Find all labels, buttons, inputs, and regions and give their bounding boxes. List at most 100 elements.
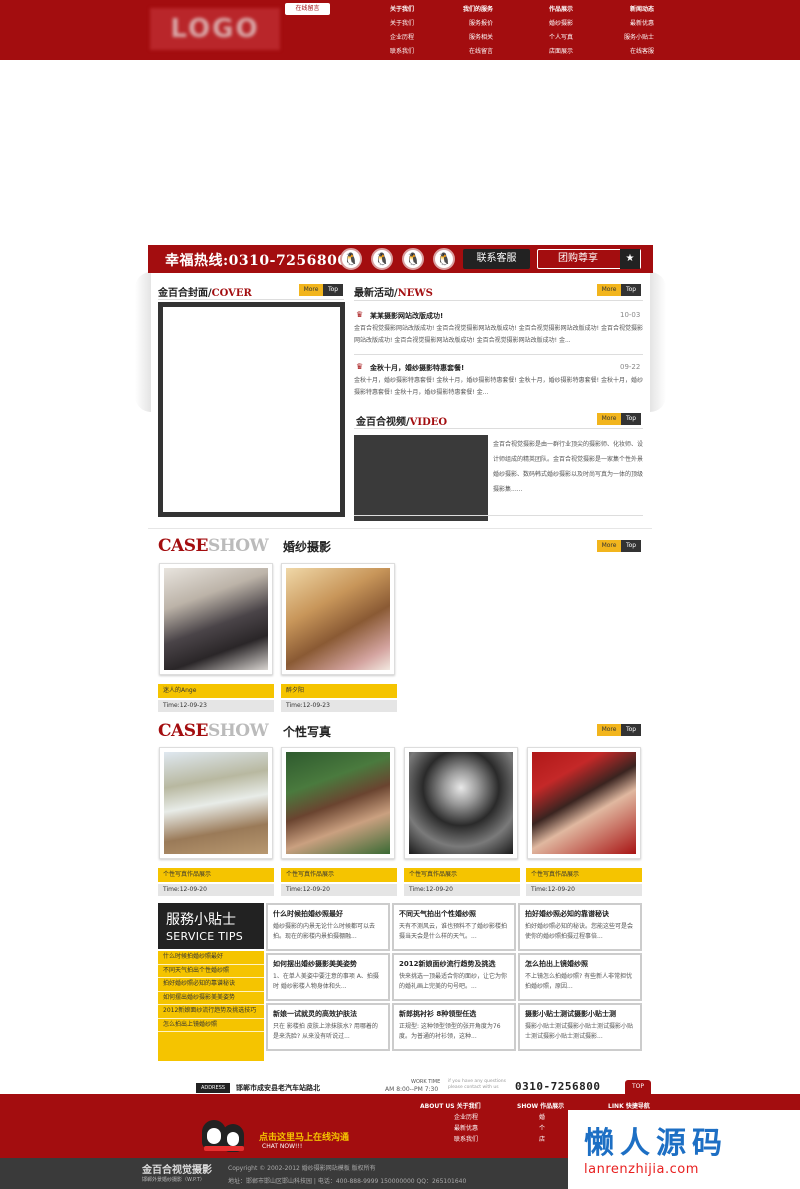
- watermark-url: lanrenzhijia.com: [584, 1162, 699, 1177]
- news-item-body: 金秋十月，婚纱摄影特惠套餐! 金秋十月，婚纱摄影特惠套餐! 金秋十月，婚纱摄影特…: [354, 377, 643, 396]
- video-player[interactable]: [354, 435, 488, 521]
- photo-caption[interactable]: 个性写真作品展示: [404, 868, 520, 882]
- watermark: 懒人源码 lanrenzhijia.com: [568, 1110, 800, 1189]
- address-text: 邯郸市成安县老汽车站路北: [236, 1084, 320, 1092]
- tips-list-item[interactable]: 拍好婚纱照必知的靠谱秘诀: [158, 978, 264, 992]
- wedding-photo: [164, 568, 268, 670]
- photo-caption[interactable]: 个性写真作品展示: [526, 868, 642, 882]
- online-message-tab[interactable]: 在线留言: [285, 3, 330, 15]
- nav-link[interactable]: 关于我们: [376, 17, 414, 31]
- contact-service-button[interactable]: 联系客服: [463, 249, 530, 269]
- nav-link[interactable]: 个人写真: [535, 31, 573, 45]
- news-item-title[interactable]: 金秋十月，婚纱摄影特惠套餐!: [370, 363, 464, 373]
- divider: [158, 299, 344, 300]
- tips-list-item[interactable]: 什么时候拍婚纱照最好: [158, 951, 264, 965]
- chat-now-link[interactable]: 点击这里马上在线沟通: [259, 1130, 349, 1143]
- photo-time: Time:12-09-20: [158, 884, 274, 896]
- wedding-photo-card[interactable]: [281, 563, 395, 675]
- photo-caption[interactable]: 迷人的Ange: [158, 684, 274, 698]
- nav-heading-news[interactable]: 新闻动态: [614, 3, 654, 17]
- case-show-logo: CASESHOW: [158, 721, 269, 741]
- tip-cell[interactable]: 不同天气拍出个性婚纱照 天有不测风云，谁也预料不了婚纱影楼拍摄当天会是什么样的天气…: [392, 903, 516, 951]
- cover-more-top: More Top: [299, 284, 343, 296]
- video-more-top: More Top: [597, 413, 641, 425]
- tip-cell[interactable]: 摄影小贴士测试摄影小贴士测 摄影小贴士测试摄影小贴士测试摄影小贴士测试摄影小贴士测…: [518, 1003, 642, 1051]
- chat-mascot-icon: [200, 1116, 250, 1156]
- service-tips-header: 服務小貼士 SERVICE TIPS: [158, 903, 264, 949]
- more-button[interactable]: More: [597, 413, 621, 425]
- more-button[interactable]: More: [597, 724, 621, 736]
- tip-cell[interactable]: 2012新娘面纱流行趋势及挑选 快来挑选一顶最适合你的面纱，让它为你的婚礼画上完美…: [392, 953, 516, 1001]
- nav-link[interactable]: 服务报价: [455, 17, 493, 31]
- tip-cell[interactable]: 什么时候拍婚纱照最好 婚纱摄影的内景无论什么时候都可以去拍。现在的影楼内景拍摄棚融…: [266, 903, 390, 951]
- nav-link[interactable]: 店面展示: [535, 45, 573, 59]
- site-logo[interactable]: LOGO: [150, 8, 280, 50]
- qq-penguin-icon[interactable]: 🐧: [371, 248, 393, 270]
- tips-list-item[interactable]: 2012新娘面纱流行趋势及挑选技巧: [158, 1005, 264, 1019]
- tip-cell[interactable]: 新郎挑衬衫 8种领型任选 正规型: 这种领型领型的张开角度为76度。为普通的衬衫领…: [392, 1003, 516, 1051]
- nav-heading-services[interactable]: 我们的服务: [455, 3, 493, 17]
- chat-now-en: CHAT NOW!!!: [262, 1143, 303, 1150]
- qq-penguin-icon[interactable]: 🐧: [402, 248, 424, 270]
- top-button[interactable]: Top: [621, 413, 641, 425]
- top-button[interactable]: Top: [323, 284, 343, 296]
- divider: [354, 515, 643, 516]
- nav-heading-works[interactable]: 作品展示: [535, 3, 573, 17]
- wedding-more-top: More Top: [597, 540, 641, 552]
- tips-list-item[interactable]: 不同天气拍出个性婚纱照: [158, 965, 264, 978]
- wedding-photo: [286, 568, 390, 670]
- nav-link[interactable]: 在线客服: [614, 45, 654, 59]
- top-button[interactable]: Top: [621, 540, 641, 552]
- portrait-photo-card[interactable]: [404, 747, 518, 859]
- nav-link[interactable]: 在线留言: [455, 45, 493, 59]
- photo-caption[interactable]: 个性写真作品展示: [281, 868, 397, 882]
- footer-link[interactable]: 联系我们: [420, 1134, 481, 1145]
- tips-list-item[interactable]: 怎么拍出上镜婚纱照: [158, 1019, 264, 1032]
- footer-link[interactable]: 婚: [517, 1112, 564, 1123]
- nav-link[interactable]: 服务相关: [455, 31, 493, 45]
- nav-heading-about[interactable]: 关于我们: [376, 3, 414, 17]
- qq-penguin-icon[interactable]: 🐧: [340, 248, 362, 270]
- wedding-photo-card[interactable]: [159, 563, 273, 675]
- qq-penguin-icon[interactable]: 🐧: [433, 248, 455, 270]
- more-button[interactable]: More: [597, 284, 621, 296]
- back-to-top-button[interactable]: TOP: [625, 1080, 651, 1094]
- photo-caption[interactable]: 个性写真作品展示: [158, 868, 274, 882]
- right-side-shadow: [650, 272, 666, 412]
- case-show-subtitle: 个性写真: [283, 725, 332, 739]
- news-item-date: 10-03: [620, 311, 641, 319]
- group-buy-button[interactable]: 团购尊享 ★: [537, 249, 641, 269]
- portrait-photo-card[interactable]: [527, 747, 641, 859]
- nav-link[interactable]: 婚纱摄影: [535, 17, 573, 31]
- top-button[interactable]: Top: [621, 284, 641, 296]
- news-more-top: More Top: [597, 284, 641, 296]
- photo-caption[interactable]: 醉夕阳: [281, 684, 397, 698]
- nav-column-services: 我们的服务 服务报价 服务相关 在线留言: [455, 3, 493, 59]
- news-item-title[interactable]: 某某摄影网站改版成功!: [370, 311, 443, 321]
- more-button[interactable]: More: [299, 284, 323, 296]
- footer-link[interactable]: 个: [517, 1123, 564, 1134]
- news-item-date: 09-22: [620, 363, 641, 371]
- cover-image-frame[interactable]: [158, 302, 345, 517]
- top-button[interactable]: Top: [621, 724, 641, 736]
- portrait-photo-card[interactable]: [281, 747, 395, 859]
- tip-cell[interactable]: 新娘一试就灵的高效护肤法 只在 影楼拍 皮肤上涂抹肤水? 用哪着的是来洗脸? 从来…: [266, 1003, 390, 1051]
- footer-brand-sub: 邯郸外景婚纱摄影（W.P.T）: [142, 1177, 205, 1183]
- nav-link[interactable]: 最新优惠: [614, 17, 654, 31]
- portrait-photo: [532, 752, 636, 854]
- group-buy-label: 团购尊享: [558, 253, 598, 264]
- footer-link[interactable]: 企业历程: [420, 1112, 481, 1123]
- nav-link[interactable]: 服务小贴士: [614, 31, 654, 45]
- more-button[interactable]: More: [597, 540, 621, 552]
- portrait-photo-card[interactable]: [159, 747, 273, 859]
- nav-link[interactable]: 联系我们: [376, 45, 414, 59]
- tips-list-item[interactable]: 如何摆出婚纱摄影美美姿势: [158, 992, 264, 1005]
- footer-link[interactable]: 店: [517, 1134, 564, 1145]
- tip-cell[interactable]: 拍好婚纱照必知的靠谱秘诀 拍好婚纱照必知的秘诀。您能这些可是会使你的婚纱照拍摄过程…: [518, 903, 642, 951]
- case-show-subtitle: 婚纱摄影: [283, 540, 332, 554]
- nav-link[interactable]: 企业历程: [376, 31, 414, 45]
- footer-link[interactable]: 最新优惠: [420, 1123, 481, 1134]
- tip-cell[interactable]: 怎么拍出上镜婚纱照 不上镜怎么拍婚纱照? 有些新人非常担忧拍婚纱照，原因...: [518, 953, 642, 1001]
- tip-cell[interactable]: 如何摆出婚纱摄影美美姿势 1、在单人美姿中要注意的事项 A、拍摄时 婚纱影楼人物身…: [266, 953, 390, 1001]
- work-time-label: WORK TIME: [411, 1079, 441, 1085]
